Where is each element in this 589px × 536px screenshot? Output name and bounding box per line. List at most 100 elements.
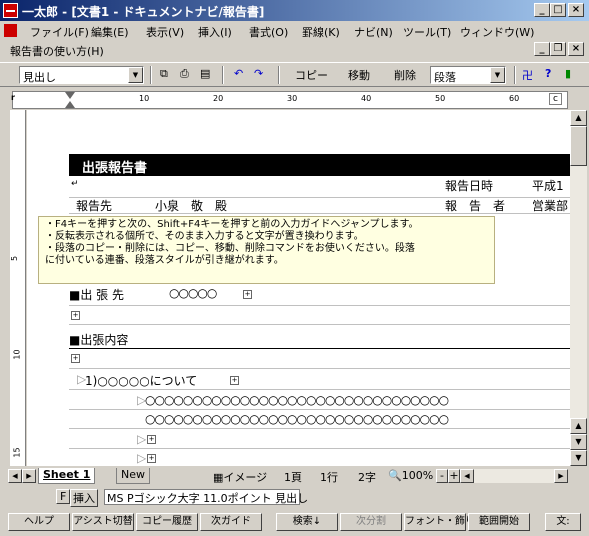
doc-restore-button[interactable]: ❐ xyxy=(550,42,566,56)
reporter-label: 報 告 者 xyxy=(445,199,506,213)
paragraph-mark-icon: + xyxy=(71,311,80,320)
margin-marker-icon[interactable] xyxy=(65,101,75,108)
document-page[interactable]: 出張報告書 ↵ 報告日時 平成1 報告先 小泉 敬 殿 報 告 者 営業部 ■出… xyxy=(27,110,570,466)
maximize-button[interactable]: □ xyxy=(550,3,566,17)
horizontal-ruler[interactable]: r 10 20 30 40 50 60 c xyxy=(11,91,568,109)
exit-icon[interactable]: ▮ xyxy=(565,67,571,80)
paragraph-mark-icon: + xyxy=(243,290,252,299)
input-status-bar: F 挿入 MS Pゴシック大字 11.0ポイント 見出し xyxy=(0,486,589,508)
redo-icon[interactable]: ↷ xyxy=(254,67,263,80)
paragraph-mark-icon: + xyxy=(230,376,239,385)
paragraph-select[interactable]: 段落 ▼ xyxy=(430,66,506,84)
ruler-right-tab[interactable]: c xyxy=(549,93,562,105)
menu-view[interactable]: 表示(V) xyxy=(146,24,184,40)
status-col: 2字 xyxy=(358,471,376,484)
indent-marker-icon[interactable] xyxy=(65,92,75,99)
date-value[interactable]: 平成1 xyxy=(532,177,564,194)
zoom-out-button[interactable]: - xyxy=(436,469,448,483)
tab-sheet1[interactable]: Sheet 1 xyxy=(38,468,96,484)
copy-doc-icon[interactable]: ⧉ xyxy=(160,67,168,81)
app-icon[interactable] xyxy=(3,3,18,18)
font-info: MS Pゴシック大字 11.0ポイント 見出し xyxy=(104,489,308,505)
fn-help-button[interactable]: ヘルプ xyxy=(8,513,70,531)
undo-icon[interactable]: ↶ xyxy=(234,67,243,80)
window-title: 一太郎 - [文書1 - ドキュメントナビ/報告書] xyxy=(22,5,265,19)
doc-close-button[interactable]: × xyxy=(568,42,584,56)
fn-copy-history-button[interactable]: コピー履歴 xyxy=(136,513,198,531)
close-button[interactable]: × xyxy=(568,3,584,17)
tab-next-icon[interactable]: ▶ xyxy=(22,469,36,483)
function-key-bar: ヘルプ アシスト切替 コピー履歴 次ガイド 検索↓ 次分割 フォント・飾り 範囲… xyxy=(0,511,589,533)
destination-label: ■出 張 先 xyxy=(69,288,124,302)
menu-insert[interactable]: 挿入(I) xyxy=(198,24,232,40)
vertical-scrollbar[interactable]: ▲ ▲ ▼ ▼ xyxy=(570,110,587,466)
status-page: 1頁 xyxy=(284,471,302,484)
scroll-thumb[interactable] xyxy=(570,126,587,166)
doc-minimize-button[interactable]: _ xyxy=(534,42,550,56)
help-icon[interactable]: ? xyxy=(545,67,551,80)
tab-prev-icon[interactable]: ◀ xyxy=(8,469,22,483)
item-1-line-2[interactable]: ○○○○○○○○○○○○○○○○○○○○○○○○○○○○○○○○ xyxy=(145,412,449,426)
fn-next-guide-button[interactable]: 次ガイド xyxy=(200,513,262,531)
copy-button[interactable]: コピー xyxy=(295,67,328,83)
vertical-ruler: 5 10 15 xyxy=(10,110,26,466)
toolbar: 見出し ▼ ⧉ ⎙ ▤ ↶ ↷ コピー 移動 削除 段落 ▼ 卍 ? ▮ xyxy=(0,62,589,87)
delete-button[interactable]: 削除 xyxy=(394,67,416,83)
scroll-down-icon[interactable]: ▼ xyxy=(570,450,587,466)
hscroll-left-icon[interactable]: ◀ xyxy=(460,469,474,483)
zoom-level[interactable]: 🔍100% xyxy=(388,469,433,482)
preview-icon[interactable]: ▤ xyxy=(200,67,210,80)
chevron-down-icon[interactable]: ▼ xyxy=(490,67,505,83)
menu-edit[interactable]: 編集(E) xyxy=(91,24,129,40)
content-label: ■出張内容 xyxy=(69,333,129,347)
doc-help-bar: 報告書の使い方(H) _ ❐ × xyxy=(0,40,589,59)
fn-range-start-button[interactable]: 範囲開始 xyxy=(468,513,530,531)
status-line: 1行 xyxy=(320,471,338,484)
chevron-down-icon[interactable]: ▼ xyxy=(128,67,143,83)
menu-navi[interactable]: ナビ(N) xyxy=(354,24,393,40)
doc-heading[interactable]: 出張報告書 xyxy=(69,154,570,176)
report-to-label: 報告先 xyxy=(76,199,113,213)
zoom-in-button[interactable]: + xyxy=(448,469,460,483)
report-to-value[interactable]: 小泉 敬 殿 xyxy=(155,197,227,214)
fn-assist-button[interactable]: アシスト切替 xyxy=(72,513,134,531)
fn-font-button[interactable]: フォント・飾り xyxy=(404,513,475,531)
date-label: 報告日時 xyxy=(445,179,494,193)
move-button[interactable]: 移動 xyxy=(348,67,370,83)
style-select[interactable]: 見出し ▼ xyxy=(19,66,144,84)
scroll-up-icon[interactable]: ▲ xyxy=(570,110,587,126)
doc-help-title[interactable]: 報告書の使い方(H) xyxy=(10,43,104,59)
paragraph-mark-icon: + xyxy=(147,435,156,444)
fn-next-split-button[interactable]: 次分割 xyxy=(340,513,402,531)
fn-char-button[interactable]: 文: xyxy=(545,513,581,531)
reporter-value[interactable]: 営業部 xyxy=(532,197,568,214)
view-mode[interactable]: ▦イメージ xyxy=(213,469,267,485)
title-bar: 一太郎 - [文書1 - ドキュメントナビ/報告書] _ □ × xyxy=(0,0,589,21)
insert-mode[interactable]: 挿入 xyxy=(70,489,98,507)
paragraph-mark-icon: + xyxy=(147,454,156,463)
menu-format[interactable]: 書式(O) xyxy=(249,24,288,40)
input-guide-tooltip: ・F4キーを押すと次の、Shift+F4キーを押すと前の入力ガイドへジャンプしま… xyxy=(38,216,495,284)
menu-ruled-line[interactable]: 罫線(K) xyxy=(302,24,340,40)
menu-tools[interactable]: ツール(T) xyxy=(403,24,451,40)
paragraph-mark-icon: + xyxy=(71,354,80,363)
item-1-line-1[interactable]: ○○○○○○○○○○○○○○○○○○○○○○○○○○○○○○○○ xyxy=(145,393,449,407)
menu-bar: ファイル(F) 編集(E) 表示(V) 挿入(I) 書式(O) 罫線(K) ナビ… xyxy=(0,21,589,40)
ruler-left-tab[interactable]: r xyxy=(11,93,15,102)
menu-file[interactable]: ファイル(F) xyxy=(30,24,89,40)
scroll-down-page-icon[interactable]: ▼ xyxy=(570,434,587,450)
horizontal-scrollbar[interactable] xyxy=(474,469,554,483)
item-1[interactable]: 1)○○○○○について xyxy=(85,372,197,389)
mode-f[interactable]: F xyxy=(56,489,71,504)
minimize-button[interactable]: _ xyxy=(534,3,550,17)
hscroll-right-icon[interactable]: ▶ xyxy=(554,469,568,483)
doc-icon[interactable] xyxy=(4,24,17,37)
scroll-up-page-icon[interactable]: ▲ xyxy=(570,418,587,434)
sheet-tab-bar: ◀ ▶ Sheet 1 New ▦イメージ 1頁 1行 2字 🔍100% - +… xyxy=(8,468,570,485)
fn-search-button[interactable]: 検索↓ xyxy=(276,513,338,531)
jump-icon[interactable]: 卍 xyxy=(522,67,533,83)
destination-value[interactable]: ○○○○○ xyxy=(169,286,217,300)
print-icon[interactable]: ⎙ xyxy=(180,67,189,81)
menu-window[interactable]: ウィンドウ(W) xyxy=(460,24,534,40)
tab-new[interactable]: New xyxy=(116,468,150,484)
